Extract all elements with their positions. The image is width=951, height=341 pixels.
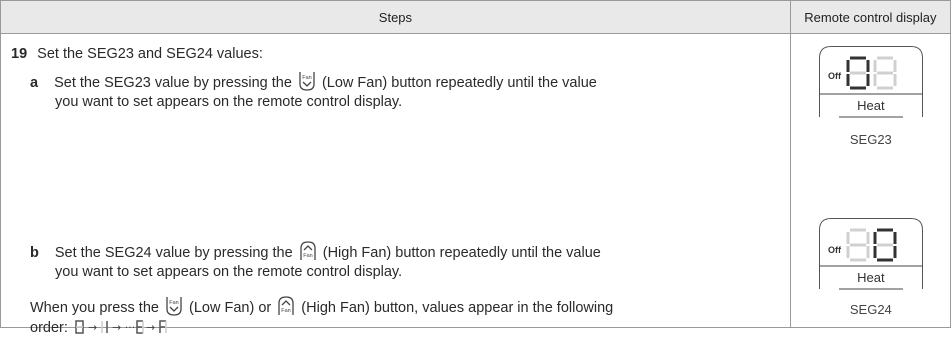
substep-a-letter: a (30, 75, 39, 91)
display-cell: Off Heat SEG23 Off Heat SEG24 (789, 33, 951, 328)
substep-b-text-pre: Set the SEG24 value by pressing the (54, 245, 293, 261)
svg-text:Off: Off (828, 245, 842, 255)
order-note-mid: (Low Fan) or (189, 300, 272, 316)
caption-seg23: SEG23 (849, 132, 892, 147)
step-intro-line: 19 Set the SEG23 and SEG24 values: (11, 44, 263, 64)
steps-table: Steps Remote control display 19 Set the … (0, 0, 951, 336)
order-note-pre: When you press the (30, 300, 159, 316)
steps-header: Steps (0, 0, 791, 34)
display-mode-seg23: Heat (857, 98, 885, 113)
low-fan-icon: Fan (164, 296, 184, 322)
segment-e-glyph (136, 320, 144, 334)
remote-display-seg24: Off Heat (818, 218, 923, 295)
svg-text:Fan: Fan (282, 308, 291, 314)
display-mode-seg24: Heat (857, 270, 885, 285)
order-note-post: (High Fan) button, values appear in the … (301, 300, 614, 316)
display-header: Remote control display (789, 0, 951, 34)
segment-zero-glyph (75, 320, 84, 334)
svg-text:Off: Off (828, 71, 842, 81)
substep-a-line2: you want to set appears on the remote co… (55, 94, 403, 110)
svg-text:Fan: Fan (169, 300, 178, 306)
svg-text:Fan: Fan (302, 75, 311, 81)
substep-b-line2: you want to set appears on the remote co… (55, 264, 403, 280)
segment-f-glyph (159, 320, 167, 333)
steps-cell: 19 Set the SEG23 and SEG24 values: a Set… (0, 33, 791, 336)
substep-a-text-post: (Low Fan) button repeatedly until the va… (321, 75, 597, 91)
remote-display-seg23: Off Heat (818, 46, 923, 123)
step-intro: Set the SEG23 and SEG24 values: (37, 46, 263, 62)
order-note-line2: order: → → ··· → (30, 318, 167, 341)
order-label: order: (30, 320, 68, 336)
substep-b-letter: b (30, 245, 39, 261)
substep-b-text-post: (High Fan) button repeatedly until the v… (322, 245, 601, 261)
order-sequence: → → ··· → (75, 319, 167, 341)
segment-one-glyph (101, 321, 108, 333)
caption-seg24: SEG24 (849, 302, 892, 317)
substep-a-text-pre: Set the SEG23 value by pressing the (54, 75, 292, 91)
step-number: 19 (11, 46, 28, 62)
high-fan-icon: Fan (276, 296, 296, 322)
svg-text:Fan: Fan (303, 253, 312, 259)
